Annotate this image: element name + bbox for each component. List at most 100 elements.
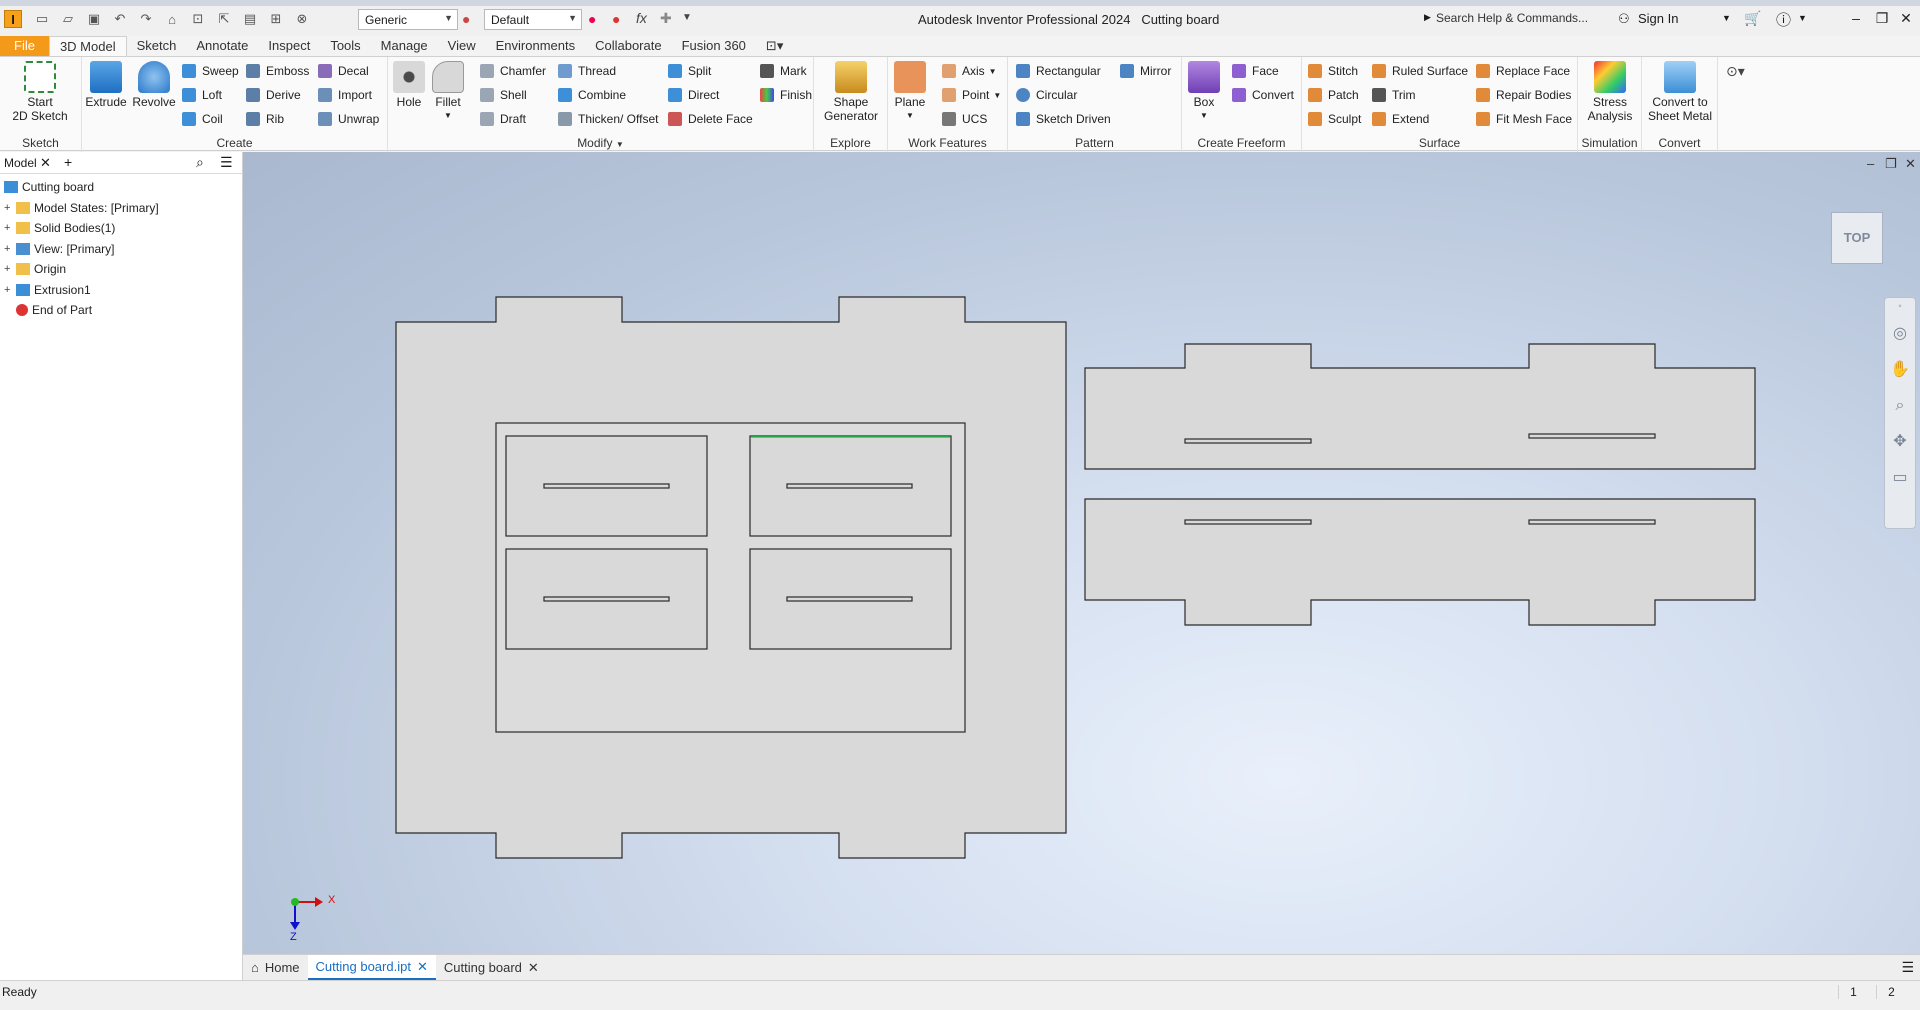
help-icon[interactable]: ⓘ (1776, 9, 1791, 30)
shell-button[interactable]: Shell (480, 85, 527, 105)
cart-icon[interactable]: 🛒 (1744, 10, 1761, 27)
browser-item[interactable]: + Model States: [Primary] (0, 199, 159, 217)
sweep-button[interactable]: Sweep (182, 61, 239, 81)
parameters-fx-icon[interactable]: fx (636, 10, 647, 26)
tab-collaborate[interactable]: Collaborate (585, 36, 672, 56)
redo-icon[interactable]: ↷ (136, 9, 156, 29)
add-tab-icon[interactable]: + (64, 154, 72, 170)
split-button[interactable]: Split (668, 61, 711, 81)
doc-tab-cutting-board[interactable]: Cutting board ✕ (436, 955, 547, 980)
stitch-button[interactable]: Stitch (1308, 61, 1358, 81)
browser-item[interactable]: + Solid Bodies(1) (0, 219, 115, 237)
ribbon-display-toggle-icon[interactable]: ⊡▾ (756, 36, 793, 56)
stress-analysis-button[interactable]: Stress Analysis (1584, 61, 1636, 123)
emboss-button[interactable]: Emboss (246, 61, 309, 81)
look-at-icon[interactable]: ▭ (1885, 460, 1915, 496)
material-dropdown[interactable]: Generic ▼ (358, 9, 458, 30)
appearance-dropdown[interactable]: Default ▼ (484, 9, 582, 30)
rectangular-pattern-button[interactable]: Rectangular (1016, 61, 1101, 81)
ruled-surface-button[interactable]: Ruled Surface (1372, 61, 1468, 81)
revolve-button[interactable]: Revolve (130, 61, 178, 109)
close-icon[interactable]: ✕ (40, 155, 51, 171)
extrude-button[interactable]: Extrude (84, 61, 128, 109)
browser-tab-model[interactable]: Model (4, 156, 37, 170)
tab-manage[interactable]: Manage (371, 36, 438, 56)
sculpt-button[interactable]: Sculpt (1308, 109, 1361, 129)
mirror-button[interactable]: Mirror (1120, 61, 1171, 81)
combine-button[interactable]: Combine (558, 85, 626, 105)
draft-button[interactable]: Draft (480, 109, 526, 129)
delete-face-button[interactable]: Delete Face (668, 109, 753, 129)
return-icon[interactable]: ⊡ (188, 9, 208, 29)
model-geometry[interactable] (243, 152, 1920, 954)
tab-environments[interactable]: Environments (486, 36, 585, 56)
expand-icon[interactable]: + (4, 222, 14, 234)
new-file-icon[interactable]: ▭ (32, 9, 52, 29)
tab-tools[interactable]: Tools (320, 36, 370, 56)
point-button[interactable]: Point ▼ (942, 85, 1001, 105)
expand-icon[interactable]: + (4, 202, 14, 214)
steering-wheel-icon[interactable]: ◎ (1885, 316, 1915, 352)
inventor-logo-icon[interactable]: I (4, 10, 22, 28)
coil-button[interactable]: Coil (182, 109, 223, 129)
start-2d-sketch-button[interactable]: Start 2D Sketch (10, 61, 70, 123)
plane-button[interactable]: Plane ▼ (892, 61, 928, 123)
select-icon[interactable]: ⇱ (214, 9, 234, 29)
replace-face-button[interactable]: Replace Face (1476, 61, 1570, 81)
search-expand-icon[interactable]: ▶ (1424, 12, 1431, 23)
measure-icon[interactable]: ⊞ (266, 9, 286, 29)
import-button[interactable]: Import (318, 85, 372, 105)
tab-annotate[interactable]: Annotate (186, 36, 258, 56)
tab-sketch[interactable]: Sketch (127, 36, 187, 56)
save-icon[interactable]: ▣ (84, 9, 104, 29)
patch-button[interactable]: Patch (1308, 85, 1359, 105)
box-button[interactable]: Box ▼ (1186, 61, 1222, 123)
repair-bodies-button[interactable]: Repair Bodies (1476, 85, 1571, 105)
chamfer-button[interactable]: Chamfer (480, 61, 546, 81)
fillet-button[interactable]: Fillet ▼ (430, 61, 466, 123)
viewcube[interactable]: TOP (1831, 212, 1883, 264)
close-icon[interactable]: ✕ (1896, 10, 1916, 28)
browser-item[interactable]: Cutting board (0, 178, 94, 196)
add-icon[interactable]: ✚ (660, 10, 672, 27)
derive-button[interactable]: Derive (246, 85, 301, 105)
minimize-icon[interactable]: – (1846, 10, 1866, 28)
appearance-override-icon[interactable]: ● (588, 11, 596, 27)
orbit-icon[interactable]: ✥ (1885, 424, 1915, 460)
thread-button[interactable]: Thread (558, 61, 616, 81)
close-icon[interactable]: ✕ (417, 955, 428, 979)
pan-icon[interactable]: ✋ (1885, 352, 1915, 388)
doc-tab-home[interactable]: ⌂ Home (243, 955, 308, 980)
trim-button[interactable]: Trim (1372, 85, 1416, 105)
zoom-icon[interactable]: ⌕ (1885, 388, 1915, 424)
tab-3d-model[interactable]: 3D Model (48, 36, 127, 56)
chevron-down-icon[interactable]: ▼ (1798, 13, 1807, 23)
decal-button[interactable]: Decal (318, 61, 369, 81)
browser-item[interactable]: + Extrusion1 (0, 281, 91, 299)
home-icon[interactable]: ⌂ (162, 9, 182, 29)
open-file-icon[interactable]: ▱ (58, 9, 78, 29)
fit-mesh-face-button[interactable]: Fit Mesh Face (1476, 109, 1572, 129)
tab-fusion-360[interactable]: Fusion 360 (672, 36, 756, 56)
face-button[interactable]: Face (1232, 61, 1279, 81)
direct-button[interactable]: Direct (668, 85, 719, 105)
tab-file[interactable]: File (0, 36, 49, 56)
convert-freeform-button[interactable]: Convert (1232, 85, 1294, 105)
menu-icon[interactable]: ☰ (220, 154, 233, 171)
expand-icon[interactable]: + (4, 284, 14, 296)
graphics-viewport[interactable]: – ❐ ✕ X Z TOP ◦ ◎ ✋ ⌕ ✥ ▭ (243, 152, 1920, 954)
clear-appearance-icon[interactable]: ● (612, 11, 620, 27)
loft-button[interactable]: Loft (182, 85, 222, 105)
browser-item[interactable]: + View: [Primary] (0, 240, 114, 258)
update-icon[interactable]: ▤ (240, 9, 260, 29)
sign-in-button[interactable]: Sign In (1638, 11, 1678, 26)
close-icon[interactable]: ✕ (528, 956, 539, 980)
menu-icon[interactable]: ☰ (1901, 959, 1914, 976)
color-wheel-icon[interactable]: ● (462, 11, 470, 27)
browser-item[interactable]: + Origin (0, 260, 66, 278)
axis-button[interactable]: Axis ▼ (942, 61, 997, 81)
finish-button[interactable]: Finish (760, 85, 812, 105)
thicken-offset-button[interactable]: Thicken/ Offset (558, 109, 658, 129)
restore-icon[interactable]: ❐ (1872, 10, 1892, 28)
extend-button[interactable]: Extend (1372, 109, 1429, 129)
